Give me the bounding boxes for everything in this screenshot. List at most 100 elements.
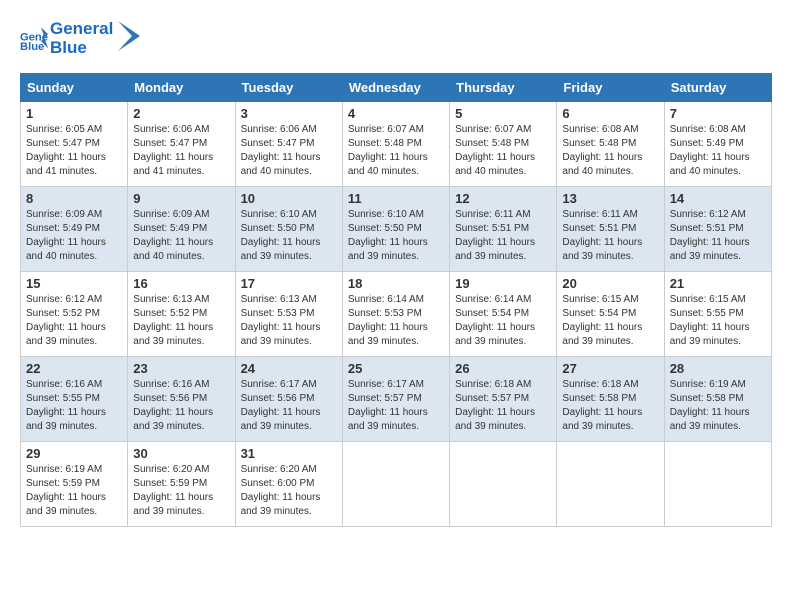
day-info: Sunrise: 6:10 AMSunset: 5:50 PMDaylight:…: [348, 208, 444, 264]
calendar-cell: 8Sunrise: 6:09 AMSunset: 5:49 PMDaylight…: [21, 187, 128, 272]
day-number: 5: [455, 106, 551, 121]
day-info: Sunrise: 6:12 AMSunset: 5:52 PMDaylight:…: [26, 293, 122, 349]
svg-text:Blue: Blue: [20, 41, 44, 53]
day-number: 22: [26, 361, 122, 376]
day-number: 14: [670, 191, 766, 206]
day-number: 3: [241, 106, 337, 121]
day-info: Sunrise: 6:17 AMSunset: 5:57 PMDaylight:…: [348, 378, 444, 434]
day-number: 7: [670, 106, 766, 121]
day-info: Sunrise: 6:11 AMSunset: 5:51 PMDaylight:…: [455, 208, 551, 264]
calendar-cell: [342, 442, 449, 527]
day-number: 20: [562, 276, 658, 291]
day-info: Sunrise: 6:06 AMSunset: 5:47 PMDaylight:…: [241, 123, 337, 179]
day-info: Sunrise: 6:14 AMSunset: 5:53 PMDaylight:…: [348, 293, 444, 349]
day-number: 12: [455, 191, 551, 206]
calendar-cell: 12 Sunrise: 6:11 AMSunset: 5:51 PMDayligh…: [450, 187, 557, 272]
day-number: 16: [133, 276, 229, 291]
day-number: 18: [348, 276, 444, 291]
calendar-cell: 14 Sunrise: 6:12 AMSunset: 5:51 PMDayligh…: [664, 187, 771, 272]
weekday-header-friday: Friday: [557, 74, 664, 102]
day-info: Sunrise: 6:19 AMSunset: 5:59 PMDaylight:…: [26, 463, 122, 519]
calendar-cell: 30 Sunrise: 6:20 AMSunset: 5:59 PMDayligh…: [128, 442, 235, 527]
calendar-cell: 13 Sunrise: 6:11 AMSunset: 5:51 PMDayligh…: [557, 187, 664, 272]
weekday-header-monday: Monday: [128, 74, 235, 102]
calendar-cell: 11Sunrise: 6:10 AMSunset: 5:50 PMDayligh…: [342, 187, 449, 272]
day-info: Sunrise: 6:09 AMSunset: 5:49 PMDaylight:…: [133, 208, 229, 264]
calendar-cell: 6Sunrise: 6:08 AMSunset: 5:48 PMDaylight…: [557, 102, 664, 187]
header: General Blue General Blue: [20, 20, 772, 57]
day-info: Sunrise: 6:12 AMSunset: 5:51 PMDaylight:…: [670, 208, 766, 264]
day-info: Sunrise: 6:07 AMSunset: 5:48 PMDaylight:…: [348, 123, 444, 179]
logo: General Blue General Blue: [20, 20, 140, 57]
weekday-header-sunday: Sunday: [21, 74, 128, 102]
day-number: 19: [455, 276, 551, 291]
day-info: Sunrise: 6:06 AMSunset: 5:47 PMDaylight:…: [133, 123, 229, 179]
day-number: 17: [241, 276, 337, 291]
calendar-cell: [450, 442, 557, 527]
day-info: Sunrise: 6:08 AMSunset: 5:49 PMDaylight:…: [670, 123, 766, 179]
calendar-cell: 2 Sunrise: 6:06 AMSunset: 5:47 PMDaylight…: [128, 102, 235, 187]
logo-arrow-icon: [118, 21, 140, 51]
day-number: 29: [26, 446, 122, 461]
logo-blue: Blue: [50, 39, 113, 58]
day-number: 23: [133, 361, 229, 376]
calendar-cell: 31 Sunrise: 6:20 AMSunset: 6:00 PMDayligh…: [235, 442, 342, 527]
calendar-cell: 1Sunrise: 6:05 AMSunset: 5:47 PMDaylight…: [21, 102, 128, 187]
day-number: 1: [26, 106, 122, 121]
day-number: 25: [348, 361, 444, 376]
day-number: 6: [562, 106, 658, 121]
day-number: 10: [241, 191, 337, 206]
calendar-cell: 16 Sunrise: 6:13 AMSunset: 5:52 PMDayligh…: [128, 272, 235, 357]
day-number: 9: [133, 191, 229, 206]
calendar-cell: 4 Sunrise: 6:07 AMSunset: 5:48 PMDaylight…: [342, 102, 449, 187]
day-info: Sunrise: 6:11 AMSunset: 5:51 PMDaylight:…: [562, 208, 658, 264]
day-number: 15: [26, 276, 122, 291]
day-info: Sunrise: 6:10 AMSunset: 5:50 PMDaylight:…: [241, 208, 337, 264]
day-number: 30: [133, 446, 229, 461]
day-number: 4: [348, 106, 444, 121]
calendar-cell: 25 Sunrise: 6:17 AMSunset: 5:57 PMDayligh…: [342, 357, 449, 442]
calendar-cell: [664, 442, 771, 527]
calendar-cell: 23 Sunrise: 6:16 AMSunset: 5:56 PMDayligh…: [128, 357, 235, 442]
calendar-cell: 21Sunrise: 6:15 AMSunset: 5:55 PMDayligh…: [664, 272, 771, 357]
logo-icon: General Blue: [20, 25, 48, 53]
day-info: Sunrise: 6:15 AMSunset: 5:54 PMDaylight:…: [562, 293, 658, 349]
day-number: 13: [562, 191, 658, 206]
calendar-cell: 5 Sunrise: 6:07 AMSunset: 5:48 PMDaylight…: [450, 102, 557, 187]
calendar-cell: 22 Sunrise: 6:16 AMSunset: 5:55 PMDayligh…: [21, 357, 128, 442]
day-info: Sunrise: 6:19 AMSunset: 5:58 PMDaylight:…: [670, 378, 766, 434]
day-number: 31: [241, 446, 337, 461]
day-info: Sunrise: 6:20 AMSunset: 5:59 PMDaylight:…: [133, 463, 229, 519]
calendar-cell: 3 Sunrise: 6:06 AMSunset: 5:47 PMDaylight…: [235, 102, 342, 187]
day-number: 21: [670, 276, 766, 291]
day-number: 2: [133, 106, 229, 121]
calendar-cell: 28 Sunrise: 6:19 AMSunset: 5:58 PMDayligh…: [664, 357, 771, 442]
day-info: Sunrise: 6:09 AMSunset: 5:49 PMDaylight:…: [26, 208, 122, 264]
calendar-cell: 19 Sunrise: 6:14 AMSunset: 5:54 PMDayligh…: [450, 272, 557, 357]
day-info: Sunrise: 6:16 AMSunset: 5:56 PMDaylight:…: [133, 378, 229, 434]
calendar-cell: 18 Sunrise: 6:14 AMSunset: 5:53 PMDayligh…: [342, 272, 449, 357]
calendar-cell: 10 Sunrise: 6:10 AMSunset: 5:50 PMDayligh…: [235, 187, 342, 272]
calendar-cell: 20 Sunrise: 6:15 AMSunset: 5:54 PMDayligh…: [557, 272, 664, 357]
weekday-header-wednesday: Wednesday: [342, 74, 449, 102]
calendar-cell: 29 Sunrise: 6:19 AMSunset: 5:59 PMDayligh…: [21, 442, 128, 527]
day-info: Sunrise: 6:18 AMSunset: 5:58 PMDaylight:…: [562, 378, 658, 434]
day-number: 26: [455, 361, 551, 376]
day-info: Sunrise: 6:18 AMSunset: 5:57 PMDaylight:…: [455, 378, 551, 434]
day-info: Sunrise: 6:13 AMSunset: 5:52 PMDaylight:…: [133, 293, 229, 349]
day-number: 28: [670, 361, 766, 376]
calendar-cell: 24Sunrise: 6:17 AMSunset: 5:56 PMDayligh…: [235, 357, 342, 442]
day-info: Sunrise: 6:16 AMSunset: 5:55 PMDaylight:…: [26, 378, 122, 434]
calendar-cell: 7 Sunrise: 6:08 AMSunset: 5:49 PMDaylight…: [664, 102, 771, 187]
day-info: Sunrise: 6:07 AMSunset: 5:48 PMDaylight:…: [455, 123, 551, 179]
logo-general: General: [50, 20, 113, 39]
calendar-cell: 27Sunrise: 6:18 AMSunset: 5:58 PMDayligh…: [557, 357, 664, 442]
day-info: Sunrise: 6:13 AMSunset: 5:53 PMDaylight:…: [241, 293, 337, 349]
calendar-cell: 15 Sunrise: 6:12 AMSunset: 5:52 PMDayligh…: [21, 272, 128, 357]
day-number: 24: [241, 361, 337, 376]
weekday-header-tuesday: Tuesday: [235, 74, 342, 102]
day-info: Sunrise: 6:14 AMSunset: 5:54 PMDaylight:…: [455, 293, 551, 349]
weekday-header-saturday: Saturday: [664, 74, 771, 102]
calendar-cell: 26 Sunrise: 6:18 AMSunset: 5:57 PMDayligh…: [450, 357, 557, 442]
day-info: Sunrise: 6:20 AMSunset: 6:00 PMDaylight:…: [241, 463, 337, 519]
